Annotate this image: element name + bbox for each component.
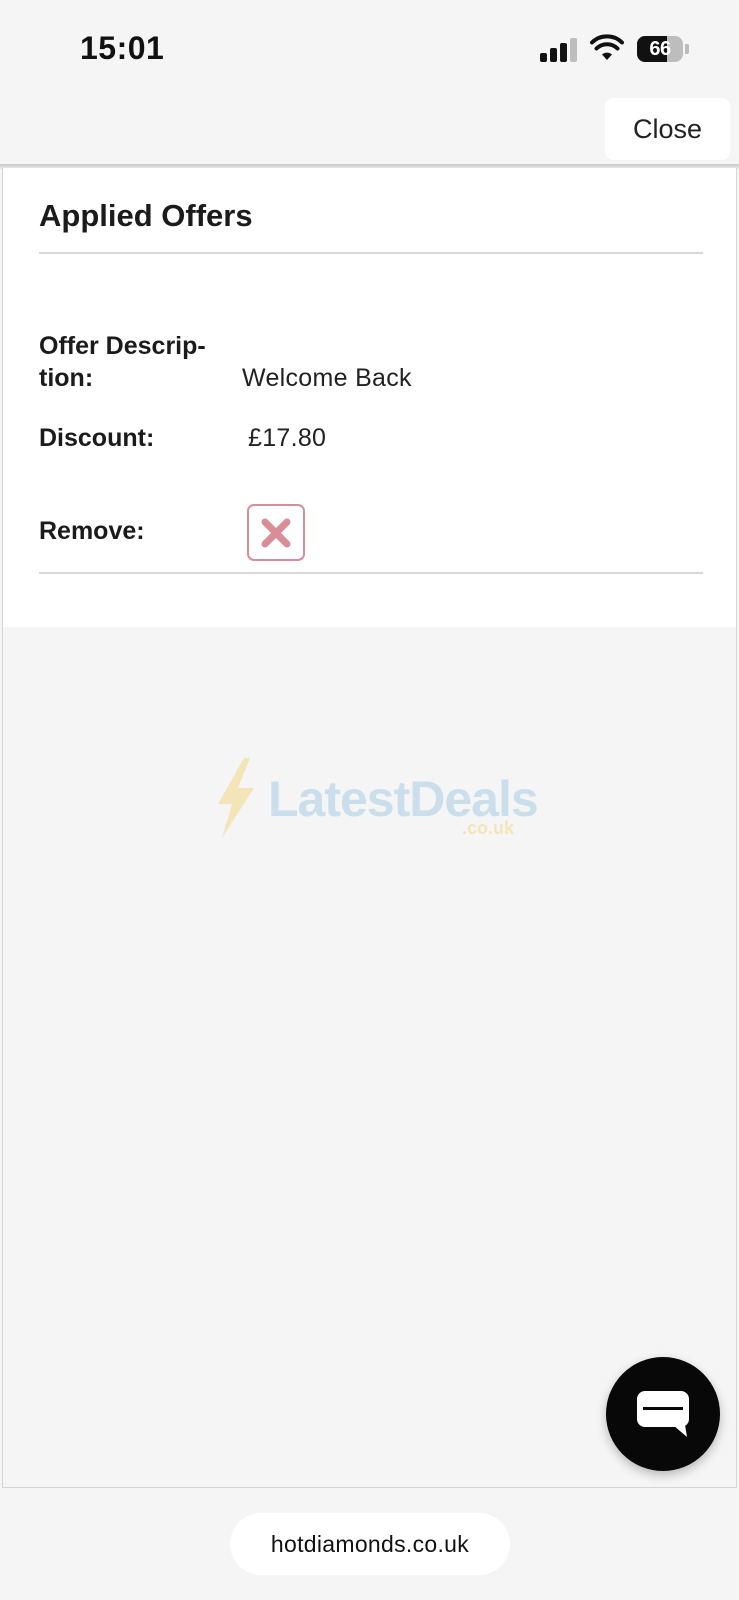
cellular-signal-icon: [540, 38, 580, 62]
latestdeals-watermark: LatestDeals .co.uk: [210, 758, 540, 848]
screen: 15:01 66 Close Applied Offers Offer Desc…: [0, 0, 739, 1600]
offer-description-label-line2: tion:: [39, 364, 94, 392]
address-bar-url: hotdiamonds.co.uk: [270, 1530, 470, 1557]
offer-description-label: Offer Descrip- tion:: [39, 330, 206, 394]
status-bar: 15:01 66: [0, 0, 739, 96]
chat-bubble-icon: [637, 1391, 689, 1437]
page-title: Applied Offers: [39, 198, 253, 233]
offer-description-label-line1: Offer Descrip-: [39, 332, 206, 360]
status-time: 15:01: [80, 30, 165, 66]
watermark-domain: .co.uk: [462, 818, 515, 838]
discount-value: £17.80: [248, 424, 327, 452]
battery-percent: 66: [649, 38, 671, 60]
offers-card: Applied Offers Offer Descrip- tion: Welc…: [3, 168, 736, 627]
address-bar[interactable]: hotdiamonds.co.uk: [230, 1513, 510, 1575]
battery-cap: [685, 44, 689, 54]
title-divider: [39, 252, 703, 254]
remove-offer-button[interactable]: [247, 504, 305, 561]
offer-description-value: Welcome Back: [242, 364, 412, 392]
battery-icon: 66: [637, 36, 683, 62]
remove-label: Remove:: [39, 517, 145, 545]
chat-button[interactable]: [606, 1357, 720, 1471]
lightning-bolt-icon: [218, 758, 254, 838]
close-x-icon: [261, 518, 291, 547]
row-divider: [39, 572, 703, 574]
wifi-icon: [590, 34, 624, 60]
discount-label: Discount:: [39, 424, 155, 452]
close-button[interactable]: Close: [605, 98, 730, 160]
